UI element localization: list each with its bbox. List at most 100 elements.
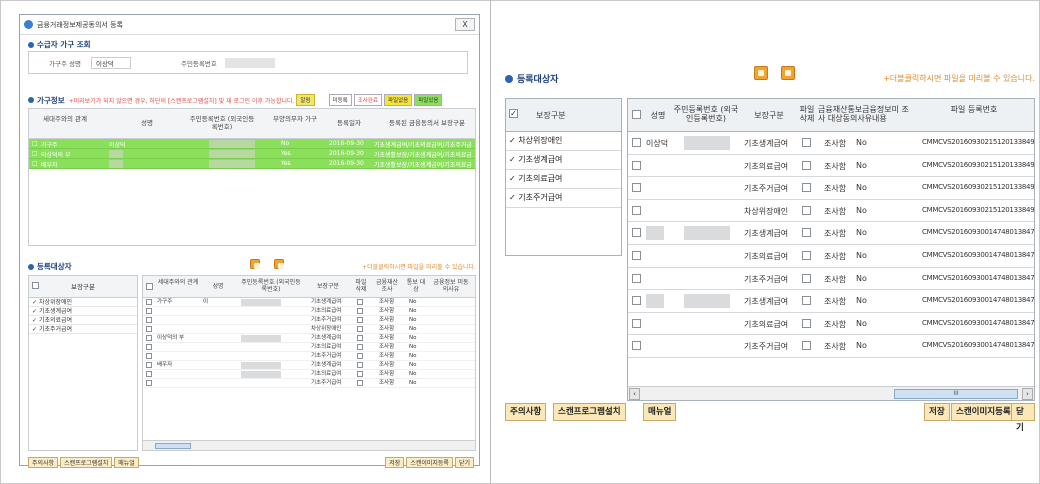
file-delete-checkbox[interactable]: [802, 273, 811, 283]
file-delete-checkbox[interactable]: [802, 138, 811, 147]
alert-pill[interactable]: 알림: [296, 94, 315, 106]
row-checkbox[interactable]: □: [32, 150, 38, 157]
file-delete-checkbox[interactable]: [357, 335, 363, 341]
row-checkbox[interactable]: [146, 326, 152, 332]
table-row[interactable]: 기초주거급여 조사함 No CMMCVS20160930014748013847131: [628, 268, 1034, 291]
file-delete-checkbox[interactable]: [357, 344, 363, 350]
row-checkbox[interactable]: [146, 371, 152, 377]
table-row[interactable]: 이상덕의 부 기초생계급여 조사함 No: [143, 334, 475, 343]
excel-icon[interactable]: [250, 259, 260, 269]
table-row[interactable]: □ 배우자 Yes 2016-09-30 기초생활보장/기초생계급여/기초의료급: [29, 159, 475, 169]
table-row[interactable]: 기초주거급여 조사함 No: [143, 379, 475, 388]
save-button[interactable]: 저장: [385, 457, 405, 468]
table-row[interactable]: 기초주거급여 조사함 No: [143, 316, 475, 325]
row-checkbox[interactable]: [146, 353, 152, 359]
table-row[interactable]: 가구주 이 기초생계급여 조사함 No: [143, 298, 475, 307]
close-button[interactable]: 닫기: [1011, 403, 1035, 433]
table-row[interactable]: 기초의료급여 조사함 No CMMCVS20160930014748013847131: [628, 245, 1034, 268]
row-checkbox[interactable]: [632, 228, 641, 238]
list-item[interactable]: ✓ 기초생계급여: [506, 151, 621, 170]
rrn-field[interactable]: [224, 57, 275, 68]
table-row[interactable]: 차상위장애인 조사함 No CMMCVS20160930215120133849466: [628, 200, 1034, 223]
select-all-checkbox[interactable]: [509, 109, 518, 118]
table-row[interactable]: □ 가구주 이상덕 No 2016-09-30 기초생계급여/기초의료급여/기초…: [29, 139, 475, 149]
row-checkbox[interactable]: [632, 183, 641, 193]
list-item[interactable]: ✓ 차상위장애인: [506, 132, 621, 151]
row-checkbox[interactable]: [146, 335, 152, 341]
notice-button[interactable]: 주의사항: [28, 457, 59, 468]
horizontal-scrollbar[interactable]: [143, 440, 475, 450]
save-button[interactable]: 저장: [924, 403, 950, 421]
file-delete-checkbox[interactable]: [357, 371, 363, 377]
row-checkbox[interactable]: □: [32, 140, 38, 147]
excel-upload-icon[interactable]: [781, 66, 795, 80]
list-item[interactable]: ✓ 기초의료급여: [29, 316, 137, 325]
excel-icon[interactable]: [274, 259, 284, 269]
file-delete-checkbox[interactable]: [802, 205, 811, 215]
table-row[interactable]: 기초의료급여 조사함 No: [143, 370, 475, 379]
file-delete-checkbox[interactable]: [802, 318, 811, 328]
row-checkbox[interactable]: [632, 205, 641, 215]
table-row[interactable]: 기초의료급여 조사함 No CMMCVS20160930014748013847131: [628, 313, 1034, 336]
file-delete-checkbox[interactable]: [802, 160, 811, 170]
scan-register-button[interactable]: 스캔이미지등록: [951, 403, 1016, 421]
manual-button[interactable]: 매뉴얼: [643, 403, 677, 421]
scan-register-button[interactable]: 스캔이미지등록: [406, 457, 453, 468]
head-name-field[interactable]: 이상덕: [90, 56, 131, 69]
row-checkbox[interactable]: [632, 160, 641, 170]
select-all-checkbox[interactable]: [632, 110, 641, 119]
install-scan-button[interactable]: 스캔프로그램설치: [553, 403, 626, 421]
install-scan-button[interactable]: 스캔프로그램설치: [60, 457, 113, 468]
row-checkbox[interactable]: [632, 296, 641, 306]
file-delete-checkbox[interactable]: [802, 296, 811, 306]
file-delete-checkbox[interactable]: [357, 308, 363, 314]
file-delete-checkbox[interactable]: [802, 341, 811, 351]
scroll-thumb[interactable]: III: [894, 389, 1018, 399]
row-checkbox[interactable]: [146, 308, 152, 314]
file-delete-checkbox[interactable]: [357, 317, 363, 323]
close-icon[interactable]: X: [455, 18, 475, 31]
file-delete-checkbox[interactable]: [802, 228, 811, 238]
table-row[interactable]: 이상덕 기초생계급여 조사함 No CMMCVS20160930215120133849…: [628, 132, 1034, 155]
row-checkbox[interactable]: [146, 362, 152, 368]
file-delete-checkbox[interactable]: [357, 299, 363, 305]
row-checkbox[interactable]: [146, 317, 152, 323]
table-row[interactable]: 기초의료급여 조사함 No CMMCVS20160930215120133849466: [628, 155, 1034, 178]
table-row[interactable]: 기초주거급여 조사함 No CMMCVS20160930014748013847131: [628, 335, 1034, 358]
row-checkbox[interactable]: [632, 273, 641, 283]
scroll-thumb[interactable]: [155, 443, 191, 449]
horizontal-scrollbar[interactable]: ‹ III ›: [628, 386, 1034, 400]
table-row[interactable]: □ 이상덕의 부 Yes 2016-09-30 기초생활보장/기초생계급여/기초…: [29, 149, 475, 159]
scroll-right-icon[interactable]: ›: [1022, 388, 1033, 400]
list-item[interactable]: ✓ 기초주거급여: [29, 325, 137, 334]
list-item[interactable]: ✓ 차상위장애인: [29, 298, 137, 307]
file-delete-checkbox[interactable]: [357, 353, 363, 359]
manual-button[interactable]: 매뉴얼: [114, 457, 139, 468]
close-button[interactable]: 닫기: [454, 457, 474, 468]
select-all-checkbox[interactable]: [32, 282, 39, 289]
table-row[interactable]: 기초의료급여 조사함 No: [143, 343, 475, 352]
table-row[interactable]: 기초의료급여 조사함 No: [143, 307, 475, 316]
row-checkbox[interactable]: □: [32, 160, 38, 167]
row-checkbox[interactable]: [146, 299, 152, 305]
list-item[interactable]: ✓ 기초의료급여: [506, 170, 621, 189]
file-delete-checkbox[interactable]: [357, 362, 363, 368]
file-delete-checkbox[interactable]: [357, 326, 363, 332]
list-item[interactable]: ✓ 기초생계급여: [29, 307, 137, 316]
row-checkbox[interactable]: [632, 318, 641, 328]
table-row[interactable]: 기초주거급여 조사함 No: [143, 352, 475, 361]
row-checkbox[interactable]: [146, 380, 152, 386]
table-row[interactable]: 기초생계급여 조사함 No CMMCVS20160930014748013847131: [628, 290, 1034, 313]
row-checkbox[interactable]: [632, 341, 641, 351]
table-row[interactable]: 기초생계급여 조사함 No CMMCVS20160930014748013847131: [628, 222, 1034, 245]
file-delete-checkbox[interactable]: [357, 380, 363, 386]
row-checkbox[interactable]: [632, 138, 641, 147]
file-delete-checkbox[interactable]: [802, 183, 811, 193]
excel-download-icon[interactable]: [754, 66, 768, 80]
row-checkbox[interactable]: [146, 344, 152, 350]
list-item[interactable]: ✓ 기초주거급여: [506, 189, 621, 208]
file-delete-checkbox[interactable]: [802, 250, 811, 260]
table-row[interactable]: 차상위장애인 조사함 No: [143, 325, 475, 334]
select-all-checkbox[interactable]: [146, 283, 153, 290]
row-checkbox[interactable]: [632, 250, 641, 260]
